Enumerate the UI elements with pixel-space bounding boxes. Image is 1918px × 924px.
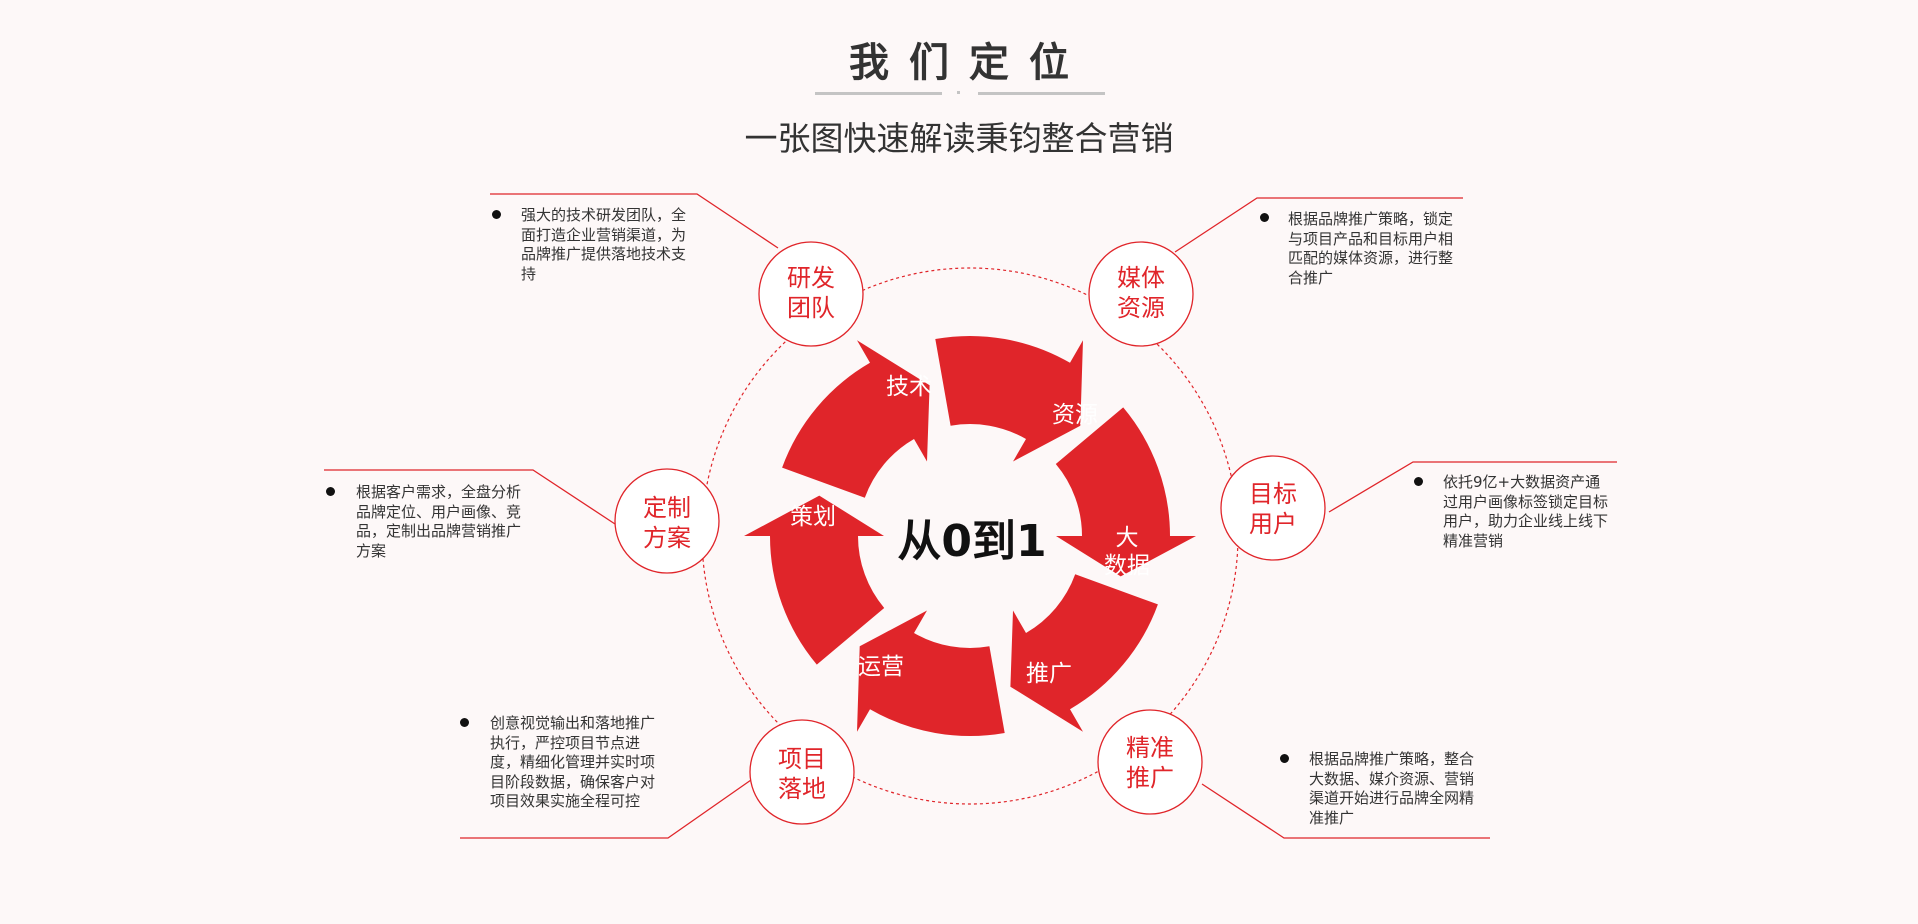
desc-text-dingzhi: 根据客户需求，全盘分析品牌定位、用户画像、竞品，定制出品牌营销推广方案 [356, 483, 522, 560]
cycle-arrow-ziyuan [935, 335, 1083, 462]
cycle-label-tuiguang: 推广 [1026, 661, 1072, 687]
cycle-label-yunying: 运营 [858, 654, 904, 680]
node-circle-jingzhun [1097, 709, 1203, 815]
bullet-dingzhi [326, 487, 335, 496]
node-label-mubiao-1: 目标 [1249, 480, 1297, 508]
center-label: 从0到1 [897, 516, 1046, 567]
node-label-meiti-2: 资源 [1117, 294, 1165, 322]
desc-jingzhun: 根据品牌推广策略，整合大数据、媒介资源、营销渠道开始进行品牌全网精准推广 [1309, 750, 1475, 828]
node-dingzhi: 定制 方案 [614, 468, 720, 574]
desc-text-xiangmu: 创意视觉输出和落地推广执行，严控项目节点进度，精细化管理并实时项目阶段数据，确保… [490, 714, 656, 810]
desc-text-meiti: 根据品牌推广策略，锁定与项目产品和目标用户相匹配的媒体资源，进行整合推广 [1288, 210, 1454, 287]
node-label-jingzhun-1: 精准 [1126, 734, 1174, 762]
cycle-label-dashuju-1: 大 [1116, 525, 1139, 551]
node-label-yanfa-1: 研发 [787, 264, 835, 292]
desc-yanfa: 强大的技术研发团队，全面打造企业营销渠道，为品牌推广提供落地技术支持 [521, 206, 687, 284]
bullet-yanfa [492, 210, 501, 219]
node-label-xiangmu-2: 落地 [778, 775, 826, 803]
desc-text-jingzhun: 根据品牌推广策略，整合大数据、媒介资源、营销渠道开始进行品牌全网精准推广 [1309, 750, 1475, 827]
node-label-xiangmu-1: 项目 [778, 745, 826, 773]
desc-meiti: 根据品牌推广策略，锁定与项目产品和目标用户相匹配的媒体资源，进行整合推广 [1288, 210, 1454, 288]
cycle-arrow-dashuju [1055, 407, 1196, 577]
node-label-mubiao-2: 用户 [1249, 510, 1297, 538]
cycle-arrow-jishu [782, 340, 930, 498]
bullet-xiangmu [460, 718, 469, 727]
desc-dingzhi: 根据客户需求，全盘分析品牌定位、用户画像、竞品，定制出品牌营销推广方案 [356, 483, 522, 561]
node-mubiao: 目标 用户 [1220, 455, 1326, 561]
desc-text-yanfa: 强大的技术研发团队，全面打造企业营销渠道，为品牌推广提供落地技术支持 [521, 206, 687, 283]
cycle-label-jishu: 技术 [886, 374, 932, 400]
node-label-yanfa-2: 团队 [787, 294, 835, 322]
node-circle-mubiao [1220, 455, 1326, 561]
node-label-jingzhun-2: 推广 [1126, 764, 1174, 792]
bullet-mubiao [1414, 477, 1423, 486]
node-label-dingzhi-2: 方案 [643, 524, 691, 552]
desc-mubiao: 依托9亿+大数据资产通过用户画像标签锁定目标用户，助力企业线上线下精准营销 [1443, 473, 1609, 551]
bullet-jingzhun [1280, 754, 1289, 763]
desc-xiangmu: 创意视觉输出和落地推广执行，严控项目节点进度，精细化管理并实时项目阶段数据，确保… [490, 714, 656, 812]
node-xiangmu: 项目 落地 [749, 719, 855, 825]
node-label-dingzhi-1: 定制 [643, 494, 691, 522]
cycle-arrow-tuiguang [1010, 574, 1158, 732]
node-jingzhun: 精准 推广 [1097, 709, 1203, 815]
bullet-meiti [1260, 213, 1269, 222]
desc-text-mubiao: 依托9亿+大数据资产通过用户画像标签锁定目标用户，助力企业线上线下精准营销 [1443, 473, 1609, 550]
cycle-label-ziyuan: 资源 [1052, 402, 1098, 428]
node-label-meiti-1: 媒体 [1117, 264, 1165, 292]
cycle-label-cehua: 策划 [790, 504, 836, 530]
node-yanfa: 研发 团队 [758, 241, 864, 347]
positioning-diagram: 技术 资源 大 数据 推广 运营 策划 从0到1 研发 团队 媒体 资源 目标 … [324, 193, 1617, 839]
cycle-label-dashuju-2: 数据 [1104, 553, 1150, 579]
node-meiti: 媒体 资源 [1088, 241, 1194, 347]
